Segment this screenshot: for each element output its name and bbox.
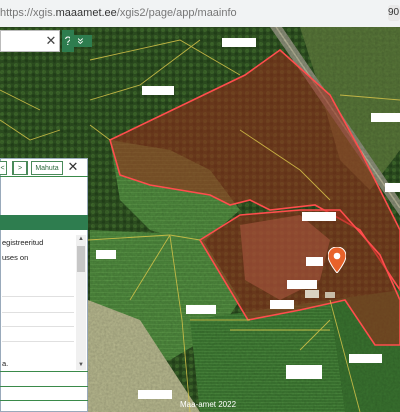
scroll-down-icon[interactable]: ▼ <box>76 361 86 370</box>
collapse-icon[interactable]: » <box>70 35 92 47</box>
map-credit: Maa-amet 2022 <box>180 400 237 409</box>
scrollbar-thumb[interactable] <box>77 246 85 272</box>
panel-text-line: uses on <box>2 253 29 262</box>
redacted-label <box>222 38 256 47</box>
redacted-label <box>186 305 216 314</box>
next-button-face[interactable]: > <box>13 161 27 175</box>
redacted-label <box>371 113 400 122</box>
row-divider <box>2 341 74 342</box>
panel-text-line: a. <box>2 359 9 368</box>
redacted-label <box>302 212 336 221</box>
redacted-label <box>138 390 172 399</box>
redacted-label <box>385 183 400 192</box>
clear-icon[interactable]: ✕ <box>44 32 58 50</box>
panel-divider <box>0 176 88 177</box>
redacted-label <box>142 86 174 95</box>
redacted-label <box>349 354 382 363</box>
info-panel <box>0 158 88 412</box>
redacted-label <box>287 280 317 289</box>
row-divider <box>2 326 74 327</box>
panel-divider <box>0 371 88 372</box>
panel-text-line: egistreeritud <box>2 238 44 247</box>
redacted-label <box>286 365 322 379</box>
prev-button[interactable]: < <box>0 161 7 175</box>
redacted-label <box>270 300 294 309</box>
close-icon[interactable]: ✕ <box>66 159 80 175</box>
panel-divider <box>0 400 88 401</box>
row-divider <box>2 296 74 297</box>
redacted-label <box>96 250 116 259</box>
panel-divider <box>0 386 88 387</box>
location-pin-icon[interactable] <box>328 247 346 273</box>
redacted-label <box>306 257 323 266</box>
url-text[interactable]: https://xgis.maaamet.ee/xgis2/page/app/m… <box>0 5 237 21</box>
browser-address-bar[interactable]: https://xgis.maaamet.ee/xgis2/page/app/m… <box>0 0 400 28</box>
zoom-indicator[interactable]: 90 <box>388 5 400 21</box>
mahuta-button[interactable]: Mahuta <box>31 161 63 175</box>
row-divider <box>2 312 74 313</box>
scroll-up-icon[interactable]: ▲ <box>76 235 86 244</box>
panel-section-header <box>0 215 88 230</box>
